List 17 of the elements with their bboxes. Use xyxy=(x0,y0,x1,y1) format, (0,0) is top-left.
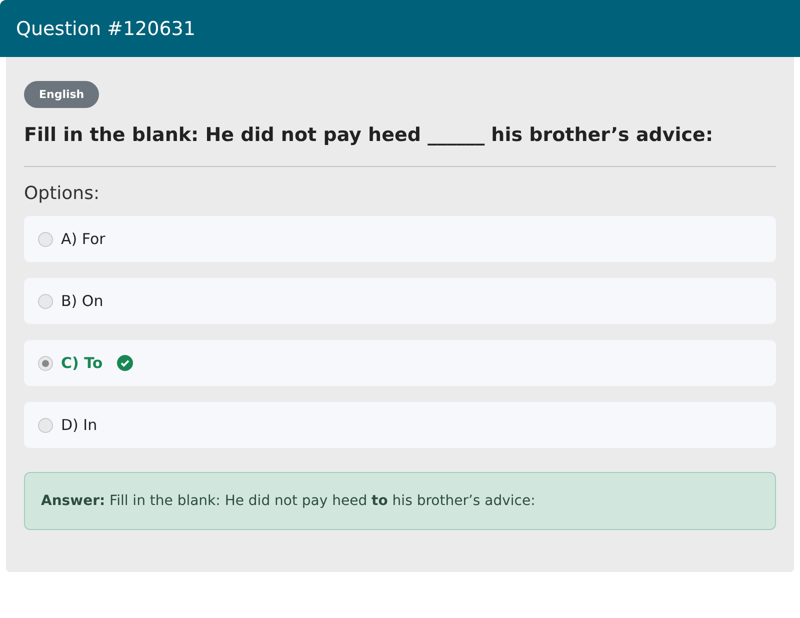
option-label: C) To xyxy=(61,354,103,372)
radio-button[interactable] xyxy=(38,294,53,308)
header-title: Question #120631 xyxy=(16,18,196,40)
category-tag: English xyxy=(24,81,100,108)
option-label: A) For xyxy=(61,230,106,248)
option-item[interactable]: A) For xyxy=(24,216,776,262)
radio-button[interactable] xyxy=(38,232,53,246)
option-label: D) In xyxy=(61,416,98,434)
answer-text: Answer: Fill in the blank: He did not pay heed to his brother’s advice: xyxy=(24,472,776,530)
radio-button[interactable] xyxy=(38,418,53,432)
option-label: B) On xyxy=(61,292,104,310)
question-text: Fill in the blank: He did not pay heed ______ his brother’s advice: xyxy=(24,124,714,146)
radio-button[interactable] xyxy=(38,356,53,370)
options-label: Options: xyxy=(24,183,101,204)
option-item[interactable]: B) On xyxy=(24,278,776,324)
option-item[interactable]: D) In xyxy=(24,402,776,448)
option-item[interactable]: C) To xyxy=(24,340,776,386)
